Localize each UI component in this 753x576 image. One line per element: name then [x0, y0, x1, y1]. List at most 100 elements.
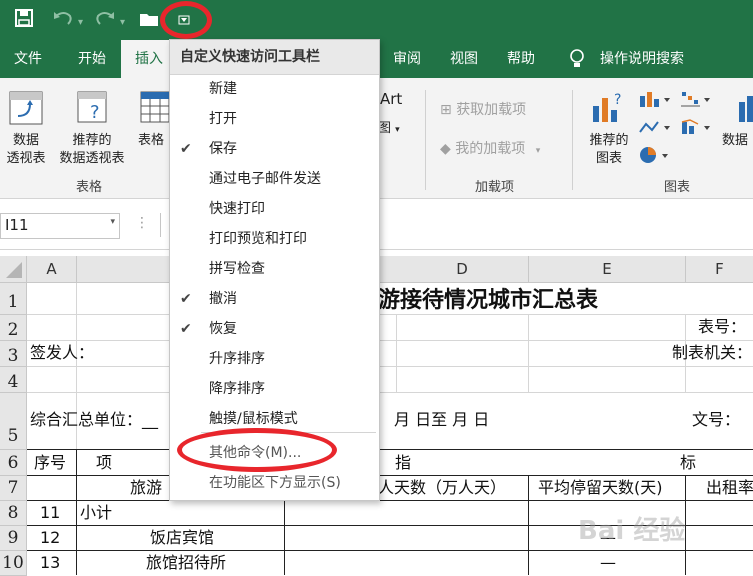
redo-dropdown-icon[interactable]: ▾	[120, 11, 125, 35]
tab-view[interactable]: 视图	[450, 40, 478, 78]
group-label-tables: 表格	[76, 180, 103, 195]
name-box[interactable]: I11 ▾	[0, 213, 120, 239]
recommended-pivot-button[interactable]: 推荐的 数据透视表	[52, 132, 132, 168]
chevron-down-icon: ▾	[395, 125, 400, 135]
tell-me-search[interactable]: 操作说明搜索	[600, 40, 684, 78]
tab-review[interactable]: 审阅	[393, 40, 421, 78]
row-header-6[interactable]: 6	[0, 450, 27, 476]
cell-r9-label: 饭店宾馆	[150, 528, 215, 547]
pie-chart-icon[interactable]	[638, 146, 672, 164]
menu-item-label: 恢复	[209, 321, 237, 337]
recommended-charts-icon: ?	[590, 90, 626, 126]
get-addins-button[interactable]: ⊞ 获取加载项	[440, 99, 526, 119]
redo-icon[interactable]	[94, 8, 116, 28]
column-header-f[interactable]: F	[686, 256, 753, 282]
menu-item-label: 打开	[209, 111, 237, 127]
undo-icon[interactable]	[52, 8, 74, 28]
save-icon[interactable]	[14, 8, 34, 28]
table-border	[528, 475, 529, 575]
grid-line	[27, 392, 753, 393]
screenshot-button[interactable]: 图 ▾	[378, 120, 400, 139]
menu-item[interactable]: 快速打印	[170, 194, 379, 224]
column-header-a[interactable]: A	[27, 256, 77, 282]
menu-item[interactable]: 打开	[170, 104, 379, 134]
menu-item[interactable]: 新建	[170, 74, 379, 104]
menu-item[interactable]: 降序排序	[170, 374, 379, 404]
grid-line	[396, 314, 397, 392]
cell-issuer: 签发人：	[30, 343, 95, 362]
table-border	[27, 550, 753, 551]
pivot-table-button[interactable]: 数据 透视表	[0, 132, 52, 168]
hierarchy-chart-icon[interactable]	[680, 90, 714, 108]
menu-item[interactable]: ✔ 保存	[170, 134, 379, 164]
tab-home[interactable]: 开始	[78, 40, 106, 78]
recommended-pivot-icon: ?	[76, 90, 112, 126]
menu-item[interactable]: ✔ 恢复	[170, 314, 379, 344]
table-border	[27, 449, 753, 450]
menu-item-label: 通过电子邮件发送	[209, 171, 321, 187]
table-button[interactable]: 表格	[138, 132, 172, 150]
row-header-9[interactable]: 9	[0, 526, 27, 551]
column-header-d[interactable]: D	[396, 256, 529, 282]
check-icon: ✔	[180, 291, 192, 307]
line-chart-icon[interactable]	[638, 118, 672, 136]
grid-line	[27, 366, 753, 367]
cell-r10-dash: —	[600, 553, 616, 572]
menu-item-show-below-ribbon[interactable]: 在功能区下方显示(S)	[170, 468, 379, 498]
row-header-10[interactable]: 10	[0, 551, 27, 576]
smartart-button[interactable]: Art	[380, 90, 402, 108]
column-header-e[interactable]: E	[529, 256, 686, 282]
row-header-5[interactable]: 5	[0, 393, 27, 450]
select-all-button[interactable]	[0, 256, 27, 282]
cell-r10-num: 13	[40, 553, 61, 572]
svg-text:?: ?	[614, 92, 621, 108]
row-header-7[interactable]: 7	[0, 476, 27, 501]
menu-item[interactable]: 通过电子邮件发送	[170, 164, 379, 194]
row-header-3[interactable]: 3	[0, 341, 27, 367]
pivot-chart-button[interactable]: 数据	[722, 132, 748, 150]
folder-icon[interactable]	[138, 9, 160, 29]
watermark: Bai 经验	[578, 516, 686, 546]
cell-date: 月 日至 月 日	[394, 410, 490, 429]
lightbulb-icon	[568, 40, 586, 78]
puzzle-icon: ◆	[440, 141, 451, 157]
table-border	[27, 475, 753, 476]
menu-item-label: 保存	[209, 141, 237, 157]
cell-r9-num: 12	[40, 528, 61, 547]
recommended-charts-button[interactable]: 推荐的 图表	[580, 132, 638, 168]
column-chart-icon[interactable]	[638, 90, 672, 108]
check-icon: ✔	[180, 321, 192, 337]
cell-biao: 标	[680, 453, 697, 472]
cell-r8-label: 小计	[80, 503, 113, 522]
cell-person-days: 人天数（万人天）	[378, 478, 507, 497]
menu-item[interactable]: 升序排序	[170, 344, 379, 374]
row-header-8[interactable]: 8	[0, 501, 27, 526]
row-header-1[interactable]: 1	[0, 283, 27, 315]
row-header-2[interactable]: 2	[0, 315, 27, 341]
menu-title: 自定义快速访问工具栏	[170, 40, 379, 75]
menu-item-label: 新建	[209, 81, 237, 97]
cell-seq: 序号	[34, 453, 67, 472]
my-addins-button[interactable]: ◆ 我的加载项 ▾	[440, 138, 540, 158]
ribbon-separator	[425, 90, 426, 190]
row-header-4[interactable]: 4	[0, 367, 27, 393]
undo-dropdown-icon[interactable]: ▾	[78, 11, 83, 35]
cell-travel: 旅游	[130, 478, 163, 497]
group-label-addins: 加载项	[475, 180, 515, 195]
menu-item[interactable]: 拼写检查	[170, 254, 379, 284]
menu-item[interactable]: 打印预览和打印	[170, 224, 379, 254]
table-border	[76, 449, 77, 575]
cell-maker: 制表机关：	[672, 343, 753, 362]
tab-file[interactable]: 文件	[14, 40, 42, 78]
pivot-table-icon	[8, 90, 44, 126]
statistic-chart-icon[interactable]	[680, 118, 714, 136]
tab-help[interactable]: 帮助	[507, 40, 535, 78]
cell-r8-num: 11	[40, 503, 61, 522]
menu-item[interactable]: ✔ 撤消	[170, 284, 379, 314]
title-bar: ▾ ▾	[0, 0, 753, 40]
drag-handle-icon[interactable]: ⋮	[135, 215, 149, 231]
cell-zhi: 指	[395, 453, 412, 472]
store-icon: ⊞	[440, 102, 452, 118]
grid-line	[528, 314, 529, 392]
highlight-ring-more-commands	[177, 428, 337, 472]
